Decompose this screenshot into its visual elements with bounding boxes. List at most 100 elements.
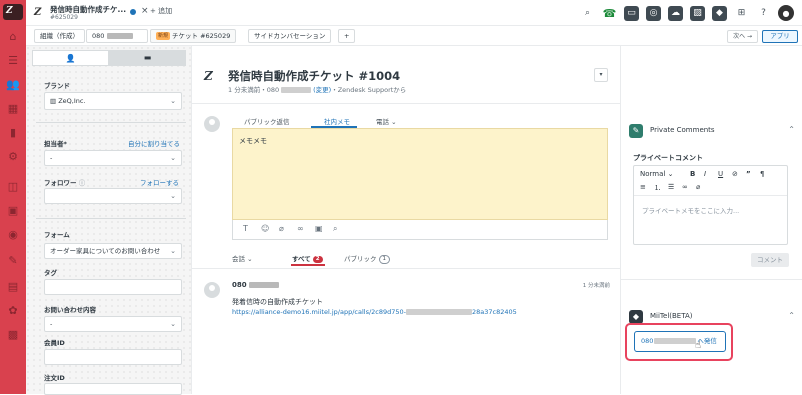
search-icon[interactable]: ⌕ [580,6,595,21]
chevron-down-icon: ⌄ [170,320,176,328]
tickets-icon[interactable]: ☰ [6,54,20,68]
paragraph-style-select[interactable]: Normal ⌄ [640,170,673,178]
attachment-icon[interactable]: ⌀ [279,224,284,233]
call-button-highlight: 080 へ発信 ☝ [625,323,733,361]
unsaved-dot-icon [130,9,136,15]
app-icon-4[interactable]: ✎ [6,254,20,268]
app-icon-2[interactable]: ▣ [6,204,20,218]
ticket-title[interactable]: 発信時自動作成チケット #1004 [228,68,400,84]
zendesk-logo[interactable]: Z [3,4,23,20]
inquiry-value: - [50,320,53,328]
clear-format-icon[interactable]: ¶ [760,170,764,178]
strikethrough-icon[interactable]: ⊘ [732,170,738,178]
bold-icon[interactable]: B [690,170,695,178]
form-value: オーダー家具についてのお問い合わせ [50,247,161,255]
products-grid-icon[interactable]: ⊞ [734,6,749,21]
member-id-input[interactable] [44,349,182,365]
call-button-prefix: 080 [641,337,654,345]
filter-all-label: すべて [292,255,311,263]
rich-text-toolbar: Normal ⌄ B I U ⊘ ” ¶ ≡ ⒈ ☰ ∞ ⌀ [634,166,787,196]
underline-icon[interactable]: U [718,170,723,178]
brand-select[interactable]: ▥ ZeQ,Inc. ⌄ [44,92,182,110]
breadcrumb-requester[interactable]: 080 [86,29,148,43]
tab-internal-note[interactable]: 社内メモ [324,116,350,126]
app-icon-7[interactable]: ▩ [6,328,20,342]
app-tray-icon-1[interactable]: ▭ [624,5,639,21]
app-icon-1[interactable]: ◫ [6,180,20,194]
private-comment-placeholder: プライベートメモをここに入力... [642,207,740,215]
assignee-select[interactable]: - ⌄ [44,150,182,166]
follower-input[interactable]: ⌄ [44,188,182,204]
chevron-down-icon: ⌄ [170,247,176,255]
app-icon-5[interactable]: ▤ [6,280,20,294]
breadcrumb-ticket[interactable]: 新規 チケット #625029 [150,29,237,43]
app-tray-icon-5[interactable]: ◆ [712,5,727,21]
properties-tabs: 👤 ▬ [32,50,186,66]
assign-to-self-link[interactable]: 自分に割り当てる [128,138,180,148]
breadcrumb-side-conversation[interactable]: サイドカンバセーション [248,29,332,43]
ticket-tab-id: #625029 [50,14,78,21]
private-comments-header[interactable]: ✎ Private Comments ⌃ [629,123,795,139]
redacted-phone [281,87,312,93]
emoji-icon[interactable]: ☺ [261,224,269,233]
link-icon[interactable]: ∞ [682,183,688,191]
reports-icon[interactable]: ▮ [6,126,20,140]
phone-icon[interactable]: ☎ [602,6,617,21]
call-recording-link[interactable]: https://alliance-demo16.miitel.jp/app/ca… [232,308,517,316]
info-icon: ⓘ [78,179,86,187]
organizations-icon[interactable]: ▦ [6,102,20,116]
internal-note-editor[interactable]: メモメモ [232,128,608,220]
ticket-tab[interactable]: Z 発信時自動作成チケ... #625029 × [34,3,164,23]
tab-phone[interactable]: 電話 ⌄ [376,116,397,126]
filter-all[interactable]: すべて 2 [292,253,323,263]
search-knowledge-icon[interactable]: ⌕ [333,224,337,234]
collapse-chevron-icon[interactable]: ⌃ [788,125,795,134]
filter-conversation[interactable]: 会話 ⌄ [232,253,253,263]
message-author[interactable]: 080 [232,281,280,289]
settings-icon[interactable]: ⚙ [6,150,20,164]
add-tab-button[interactable]: + 追加 [150,6,172,16]
ordered-list-icon[interactable]: ⒈ [654,183,661,193]
private-comment-label: プライベートコメント [633,154,703,162]
help-icon[interactable]: ? [756,6,771,21]
app-tray-icon-4[interactable]: ▨ [690,5,705,21]
order-id-input[interactable] [44,383,182,395]
call-button[interactable]: 080 へ発信 [634,331,726,352]
align-left-icon[interactable]: ≡ [640,183,646,191]
tab-user[interactable]: 👤 [32,50,109,66]
home-icon[interactable]: ⌂ [6,30,20,44]
macro-icon[interactable]: ▣ [315,224,323,233]
ticket-options-button[interactable]: ▾ [594,68,608,82]
quote-icon[interactable]: ” [746,170,751,178]
app-tray-icon-3[interactable]: ☁ [668,5,683,21]
close-tab-icon[interactable]: × [141,6,149,16]
user-avatar[interactable]: ● [778,5,794,21]
link-icon[interactable]: ∞ [297,224,304,233]
tag-input[interactable] [44,279,182,295]
filter-public[interactable]: パブリック 1 [344,253,390,264]
private-comment-editor[interactable]: Normal ⌄ B I U ⊘ ” ¶ ≡ ⒈ ☰ ∞ ⌀ プライベートメモを… [633,165,788,245]
change-requester-link[interactable]: (変更) [313,86,331,94]
users-icon[interactable]: 👥 [6,78,20,92]
add-side-conversation-button[interactable]: + [338,29,356,43]
app-icon-3[interactable]: ◉ [6,228,20,242]
apps-button[interactable]: アプリ [762,30,798,43]
next-button[interactable]: 次へ → [727,30,758,43]
form-select[interactable]: オーダー家具についてのお問い合わせ ⌄ [44,243,182,259]
italic-icon[interactable]: I [704,170,706,178]
comment-button[interactable]: コメント [751,253,789,267]
tab-public-reply[interactable]: パブリック返信 [244,116,290,126]
attachment-icon[interactable]: ⌀ [696,183,700,191]
ticket-meta-suffix: ・Zendesk Supportから [331,86,407,94]
bullet-list-icon[interactable]: ☰ [668,183,674,191]
collapse-chevron-icon[interactable]: ⌃ [788,311,795,320]
text-format-icon[interactable]: T [243,224,248,233]
inquiry-select[interactable]: - ⌄ [44,316,182,332]
private-comments-app-icon: ✎ [629,124,643,138]
follow-link[interactable]: フォローする [140,177,179,187]
message-body: 発着信時の自動作成チケット [232,298,323,306]
app-tray-icon-2[interactable]: ◎ [646,5,661,21]
tab-organization[interactable]: ▬ [109,50,186,66]
breadcrumb-org[interactable]: 組織（作成） [34,29,85,43]
app-icon-6[interactable]: ✿ [6,304,20,318]
